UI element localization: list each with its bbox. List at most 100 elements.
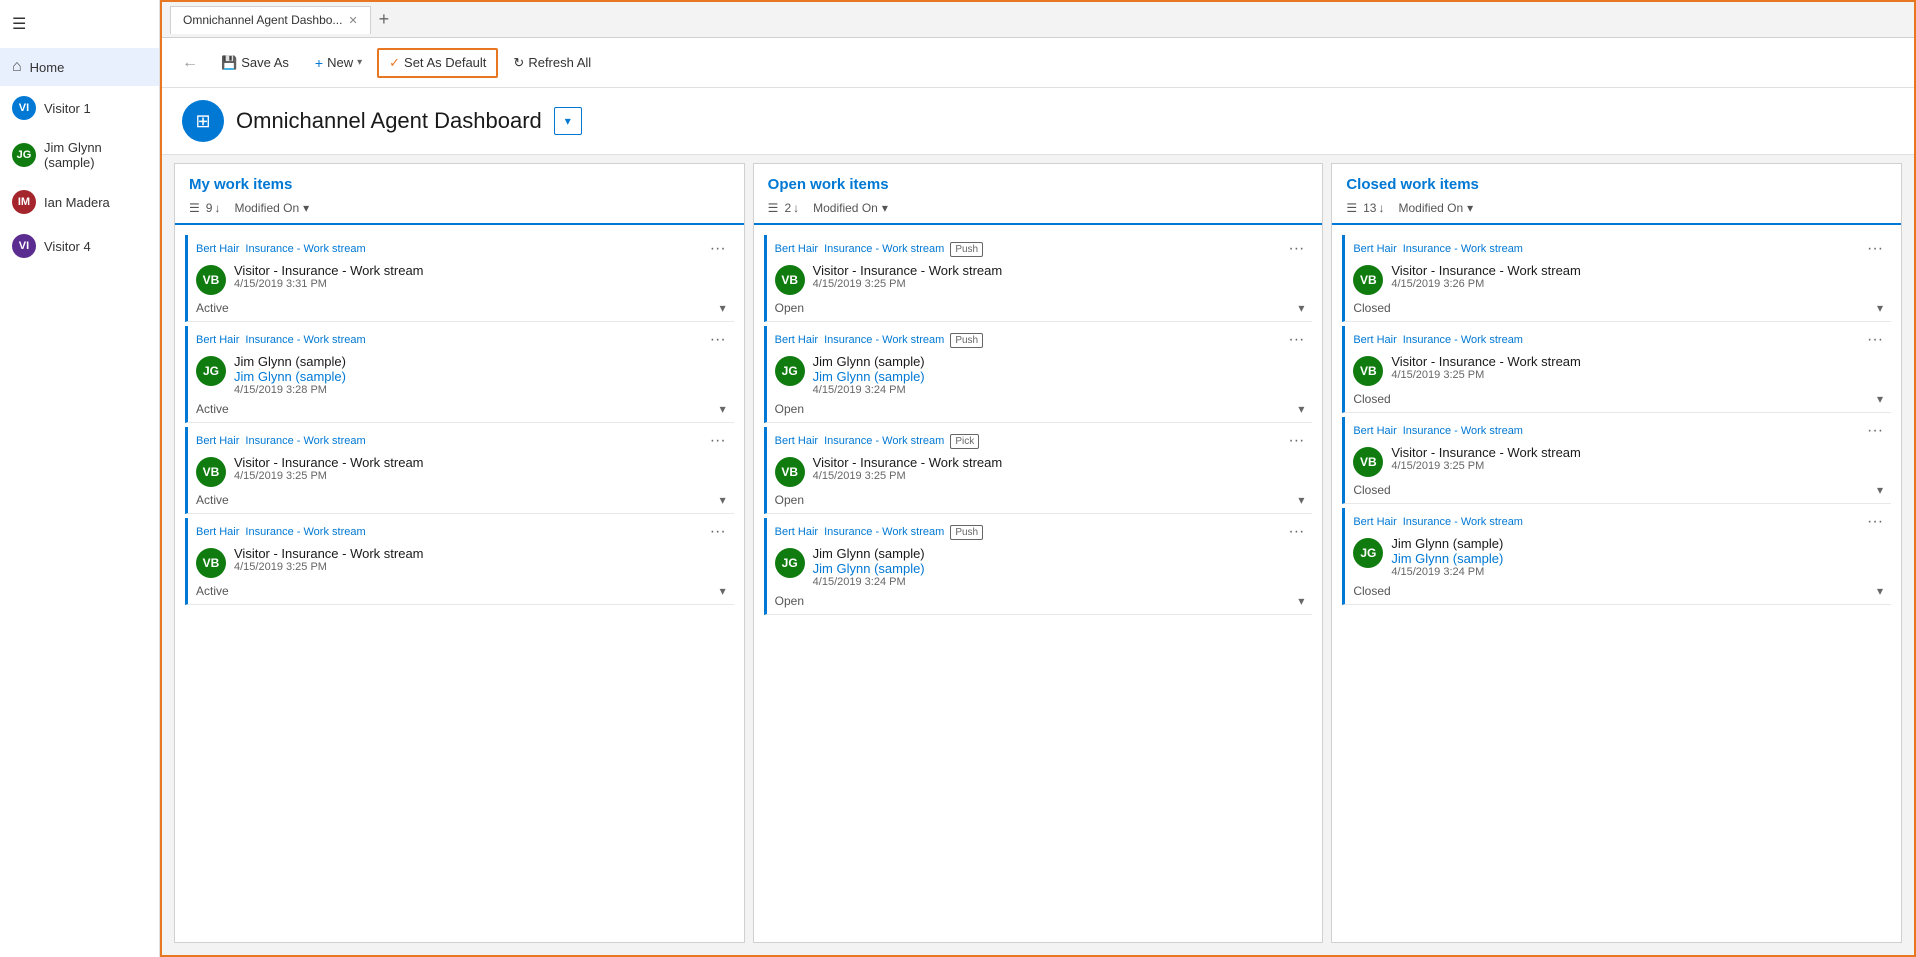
- expand-icon[interactable]: ▾: [1877, 483, 1883, 497]
- my-work-header: My work items ☰ 9 ↓ Modified On ▾: [175, 164, 744, 225]
- main-content: Omnichannel Agent Dashbo... ✕ + ← 💾 Save…: [160, 0, 1916, 957]
- card-agent[interactable]: Bert Hair: [196, 334, 239, 346]
- sort-arrow-icon: ▾: [303, 201, 309, 215]
- avatar: VB: [1353, 356, 1383, 386]
- card-more-button[interactable]: ···: [710, 332, 726, 348]
- card-body: VB Visitor - Insurance - Work stream 4/1…: [1345, 352, 1891, 390]
- card-agent[interactable]: Bert Hair: [775, 243, 818, 255]
- open-items-list: Bert Hair Insurance - Work stream Push ·…: [754, 225, 1323, 942]
- refresh-all-button[interactable]: ↻ Refresh All: [502, 49, 602, 77]
- card-date: 4/15/2019 3:25 PM: [1391, 369, 1883, 381]
- card-agent[interactable]: Bert Hair: [1353, 516, 1396, 528]
- work-item-card[interactable]: Bert Hair Insurance - Work stream Push ·…: [764, 235, 1313, 322]
- expand-icon[interactable]: ▾: [1298, 301, 1304, 315]
- avatar: JG: [196, 356, 226, 386]
- expand-icon[interactable]: ▾: [720, 493, 726, 507]
- expand-icon[interactable]: ▾: [720, 301, 726, 315]
- expand-icon[interactable]: ▾: [1877, 392, 1883, 406]
- closed-work-sort-btn[interactable]: Modified On ▾: [1398, 201, 1473, 215]
- card-item-link[interactable]: Jim Glynn (sample): [813, 369, 1305, 384]
- work-item-card[interactable]: Bert Hair Insurance - Work stream ··· VB…: [185, 518, 734, 605]
- sidebar-item-jimglynn[interactable]: JG Jim Glynn (sample): [0, 130, 159, 180]
- work-item-card[interactable]: Bert Hair Insurance - Work stream Pick ·…: [764, 427, 1313, 514]
- set-as-default-button[interactable]: ✓ Set As Default: [377, 48, 498, 78]
- card-more-button[interactable]: ···: [1288, 241, 1304, 257]
- closed-work-title: Closed work items: [1346, 176, 1887, 193]
- expand-icon[interactable]: ▾: [1877, 584, 1883, 598]
- avatar: VB: [775, 265, 805, 295]
- expand-icon[interactable]: ▾: [1298, 594, 1304, 608]
- avatar: JG: [1353, 538, 1383, 568]
- hamburger-icon[interactable]: ☰: [0, 0, 159, 48]
- work-item-card[interactable]: Bert Hair Insurance - Work stream ··· JG…: [1342, 508, 1891, 605]
- expand-icon[interactable]: ▾: [1298, 402, 1304, 416]
- title-dropdown-button[interactable]: ▾: [554, 107, 582, 135]
- sidebar-item-visitor1[interactable]: VI Visitor 1: [0, 86, 159, 130]
- card-more-button[interactable]: ···: [1867, 514, 1883, 530]
- card-info: Jim Glynn (sample) Jim Glynn (sample) 4/…: [813, 546, 1305, 588]
- new-button[interactable]: + New ▾: [304, 49, 373, 77]
- work-item-card[interactable]: Bert Hair Insurance - Work stream ··· VB…: [1342, 235, 1891, 322]
- work-item-card[interactable]: Bert Hair Insurance - Work stream ··· JG…: [185, 326, 734, 423]
- card-date: 4/15/2019 3:31 PM: [234, 278, 726, 290]
- card-more-button[interactable]: ···: [1288, 524, 1304, 540]
- sidebar-item-visitor4[interactable]: VI Visitor 4: [0, 224, 159, 268]
- tab-close-icon[interactable]: ✕: [348, 14, 357, 27]
- card-footer: Open ▾: [767, 400, 1313, 422]
- card-more-button[interactable]: ···: [1288, 332, 1304, 348]
- expand-icon[interactable]: ▾: [720, 584, 726, 598]
- work-item-card[interactable]: Bert Hair Insurance - Work stream Push ·…: [764, 518, 1313, 615]
- card-more-button[interactable]: ···: [1867, 241, 1883, 257]
- refresh-icon: ↻: [513, 55, 524, 71]
- open-work-sort-btn[interactable]: Modified On ▾: [813, 201, 888, 215]
- work-item-card[interactable]: Bert Hair Insurance - Work stream Push ·…: [764, 326, 1313, 423]
- card-more-button[interactable]: ···: [1288, 433, 1304, 449]
- card-agent[interactable]: Bert Hair: [196, 435, 239, 447]
- card-item-link[interactable]: Jim Glynn (sample): [1391, 551, 1883, 566]
- card-info: Visitor - Insurance - Work stream 4/15/2…: [234, 263, 726, 290]
- expand-icon[interactable]: ▾: [1298, 493, 1304, 507]
- card-header: Bert Hair Insurance - Work stream ···: [188, 427, 734, 453]
- avatar: VB: [196, 457, 226, 487]
- my-work-count-sort: 9 ↓: [206, 201, 221, 215]
- main-tab[interactable]: Omnichannel Agent Dashbo... ✕: [170, 6, 371, 34]
- card-agent[interactable]: Bert Hair: [775, 526, 818, 538]
- card-item-link[interactable]: Jim Glynn (sample): [234, 369, 726, 384]
- card-agent[interactable]: Bert Hair: [1353, 425, 1396, 437]
- card-agent[interactable]: Bert Hair: [775, 334, 818, 346]
- expand-icon[interactable]: ▾: [720, 402, 726, 416]
- expand-icon[interactable]: ▾: [1877, 301, 1883, 315]
- sidebar-item-ianmadera[interactable]: IM Ian Madera: [0, 180, 159, 224]
- card-header: Bert Hair Insurance - Work stream ···: [188, 235, 734, 261]
- new-dropdown-arrow[interactable]: ▾: [357, 57, 362, 68]
- card-more-button[interactable]: ···: [710, 524, 726, 540]
- avatar: VB: [1353, 447, 1383, 477]
- work-item-card[interactable]: Bert Hair Insurance - Work stream ··· VB…: [1342, 417, 1891, 504]
- card-more-button[interactable]: ···: [710, 241, 726, 257]
- card-agent[interactable]: Bert Hair: [1353, 334, 1396, 346]
- filter-icon: ☰: [189, 201, 200, 215]
- sidebar-item-home[interactable]: ⌂ Home: [0, 48, 159, 86]
- card-more-button[interactable]: ···: [1867, 332, 1883, 348]
- card-agent[interactable]: Bert Hair: [196, 526, 239, 538]
- tag-badge: Push: [950, 525, 983, 540]
- back-button[interactable]: ←: [174, 50, 206, 76]
- tab-add-button[interactable]: +: [375, 9, 394, 30]
- card-status: Active: [196, 402, 229, 416]
- my-work-sort-btn[interactable]: Modified On ▾: [234, 201, 309, 215]
- card-agent[interactable]: Bert Hair: [1353, 243, 1396, 255]
- work-item-card[interactable]: Bert Hair Insurance - Work stream ··· VB…: [185, 427, 734, 514]
- card-item-link[interactable]: Jim Glynn (sample): [813, 561, 1305, 576]
- avatar: JG: [775, 356, 805, 386]
- work-item-card[interactable]: Bert Hair Insurance - Work stream ··· VB…: [1342, 326, 1891, 413]
- card-more-button[interactable]: ···: [1867, 423, 1883, 439]
- save-as-button[interactable]: 💾 Save As: [210, 49, 300, 77]
- card-item-title: Visitor - Insurance - Work stream: [813, 455, 1305, 470]
- card-body: JG Jim Glynn (sample) Jim Glynn (sample)…: [767, 544, 1313, 592]
- card-footer: Active ▾: [188, 491, 734, 513]
- closed-items-list: Bert Hair Insurance - Work stream ··· VB…: [1332, 225, 1901, 942]
- card-more-button[interactable]: ···: [710, 433, 726, 449]
- card-agent[interactable]: Bert Hair: [775, 435, 818, 447]
- card-agent[interactable]: Bert Hair: [196, 243, 239, 255]
- work-item-card[interactable]: Bert Hair Insurance - Work stream ··· VB…: [185, 235, 734, 322]
